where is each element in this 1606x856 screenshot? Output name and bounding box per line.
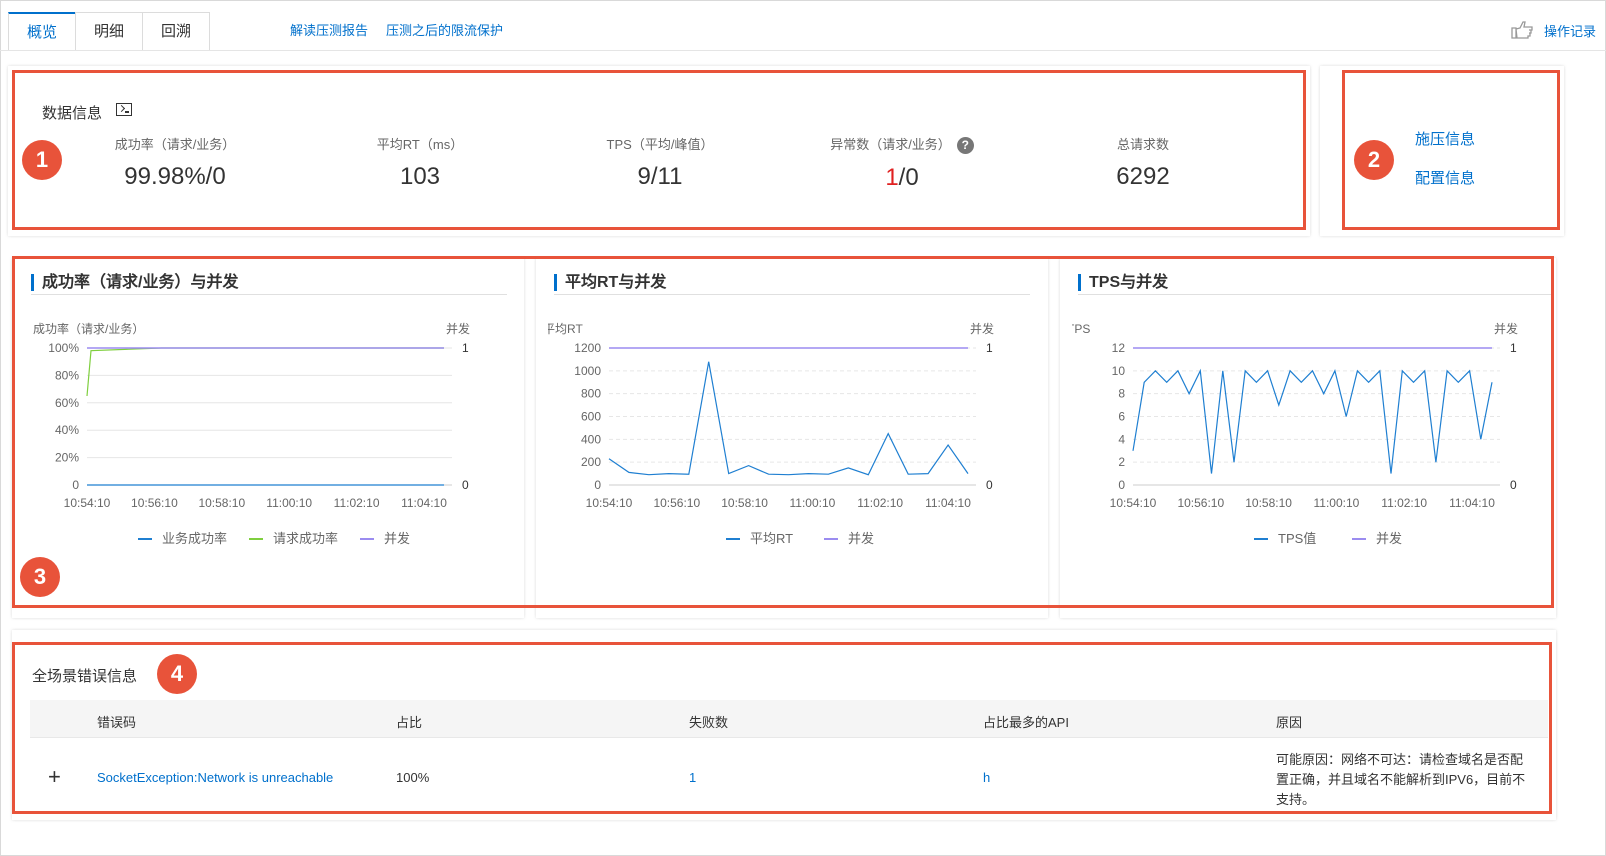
stat-value: 103 <box>399 163 441 190</box>
top-links: 解读压测报告 压测之后的限流保护 <box>290 20 503 39</box>
badge-4: 4 <box>157 654 197 694</box>
expand-row-icon[interactable]: + <box>48 764 61 790</box>
error-ratio: 100% <box>396 770 430 785</box>
col-fail-count: 失败数 <box>689 715 729 730</box>
tab-detail[interactable]: 明细 <box>75 12 144 50</box>
highlight-box-3 <box>12 256 1554 608</box>
operation-record-label: 操作记录 <box>1543 23 1596 39</box>
stat-success-rate: 成功率（请求/业务） 99.98%/0 <box>75 134 275 191</box>
stat-total-requests: 总请求数 6292 <box>1043 134 1243 191</box>
read-report-link[interactable]: 解读压测报告 <box>290 20 368 39</box>
tab-divider <box>0 50 1606 51</box>
tab-bar: 概览 明细 回溯 <box>8 12 211 50</box>
data-info-title: 数据信息 <box>42 105 103 122</box>
col-ratio: 占比 <box>396 715 423 730</box>
error-code-link[interactable]: SocketException:Network is unreachable <box>97 770 333 785</box>
stat-value: 1/0 <box>885 164 919 192</box>
col-reason: 原因 <box>1276 715 1303 730</box>
config-info-link[interactable]: 配置信息 <box>1415 159 1475 198</box>
exception-count[interactable]: 1 <box>885 164 898 191</box>
errors-title: 全场景错误信息 <box>32 668 138 685</box>
fail-count-link[interactable]: 1 <box>689 770 696 785</box>
error-reason: 可能原因：网络不可达：请检查域名是否配置正确，并且域名不能解析到IPV6，目前不… <box>1276 752 1526 807</box>
stat-label: TPS（平均/峰值） <box>606 137 714 152</box>
tab-backtrack[interactable]: 回溯 <box>142 12 211 50</box>
col-top-api: 占比最多的API <box>983 715 1069 730</box>
stat-value: 6292 <box>1116 163 1170 190</box>
stat-value: 99.98%/0 <box>124 163 226 190</box>
terminal-icon[interactable] <box>116 103 132 116</box>
stat-tps: TPS（平均/峰值） 9/11 <box>560 134 760 191</box>
pressure-info-link[interactable]: 施压信息 <box>1415 120 1475 159</box>
stat-label: 总请求数 <box>1116 137 1169 152</box>
errors-table-header <box>30 700 1548 738</box>
side-links: 施压信息 配置信息 <box>1415 120 1475 198</box>
stat-avg-rt: 平均RT（ms） 103 <box>320 134 520 191</box>
stat-value: 9/11 <box>637 163 683 190</box>
stat-label: 成功率（请求/业务） <box>114 137 236 152</box>
col-error-code: 错误码 <box>97 715 137 730</box>
help-icon[interactable]: ? <box>956 137 974 155</box>
stat-label: 异常数（请求/业务）? <box>802 134 1002 155</box>
badge-3: 3 <box>20 557 60 597</box>
rate-limit-link[interactable]: 压测之后的限流保护 <box>386 20 503 39</box>
badge-1: 1 <box>22 140 62 180</box>
stat-label: 平均RT（ms） <box>376 137 464 152</box>
operation-record[interactable]: 操作记录 <box>1510 20 1596 40</box>
pointing-hand-icon <box>1511 21 1533 39</box>
tab-overview[interactable]: 概览 <box>8 12 77 50</box>
badge-2: 2 <box>1354 140 1394 180</box>
stat-exceptions: 异常数（请求/业务）? 1/0 <box>802 134 1002 192</box>
top-api-link[interactable]: h <box>983 770 990 785</box>
